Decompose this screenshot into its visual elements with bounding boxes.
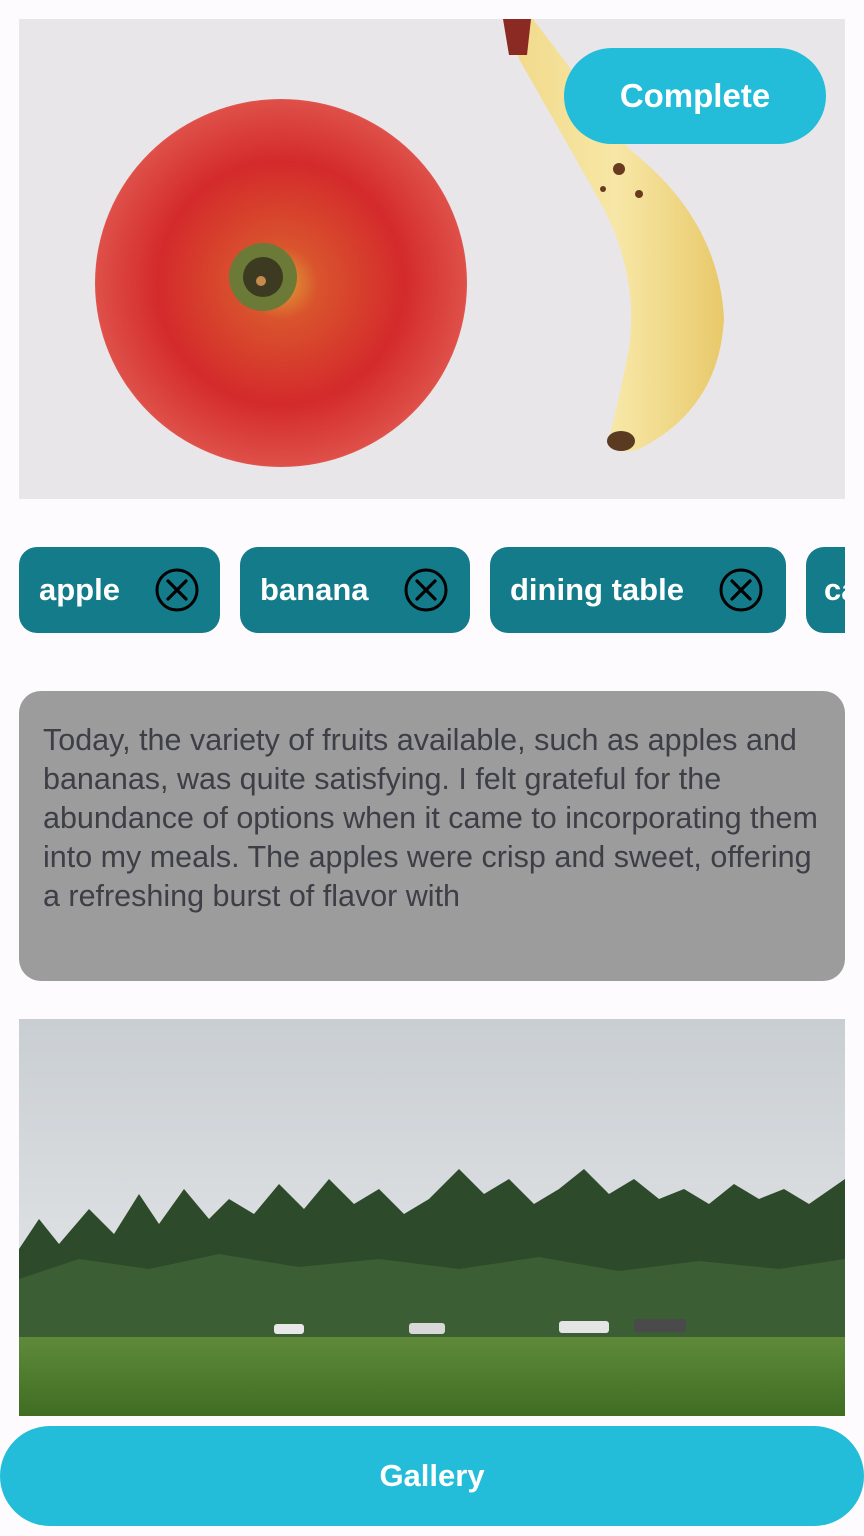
close-circle-icon[interactable]: [155, 568, 199, 612]
tag-label: dining table: [510, 572, 684, 607]
tag-chip-banana[interactable]: banana: [240, 547, 470, 633]
tag-label: banana: [260, 572, 369, 607]
gallery-button[interactable]: Gallery: [0, 1426, 864, 1526]
complete-button[interactable]: Complete: [564, 48, 826, 144]
tag-chip-partial[interactable]: ca: [806, 547, 845, 633]
park-photo: [19, 1019, 845, 1416]
park-photo-image: [19, 1019, 845, 1416]
caption-text: Today, the variety of fruits available, …: [43, 723, 818, 913]
tag-list: apple banana dining table ca: [19, 547, 845, 635]
tag-chip-apple[interactable]: apple: [19, 547, 220, 633]
fruit-photo: Complete: [19, 19, 845, 499]
tag-label: ca: [824, 572, 845, 607]
tag-chip-dining-table[interactable]: dining table: [490, 547, 786, 633]
close-circle-icon[interactable]: [404, 568, 448, 612]
tag-label: apple: [39, 572, 120, 607]
caption-text-area[interactable]: Today, the variety of fruits available, …: [19, 691, 845, 981]
close-circle-icon[interactable]: [719, 568, 763, 612]
